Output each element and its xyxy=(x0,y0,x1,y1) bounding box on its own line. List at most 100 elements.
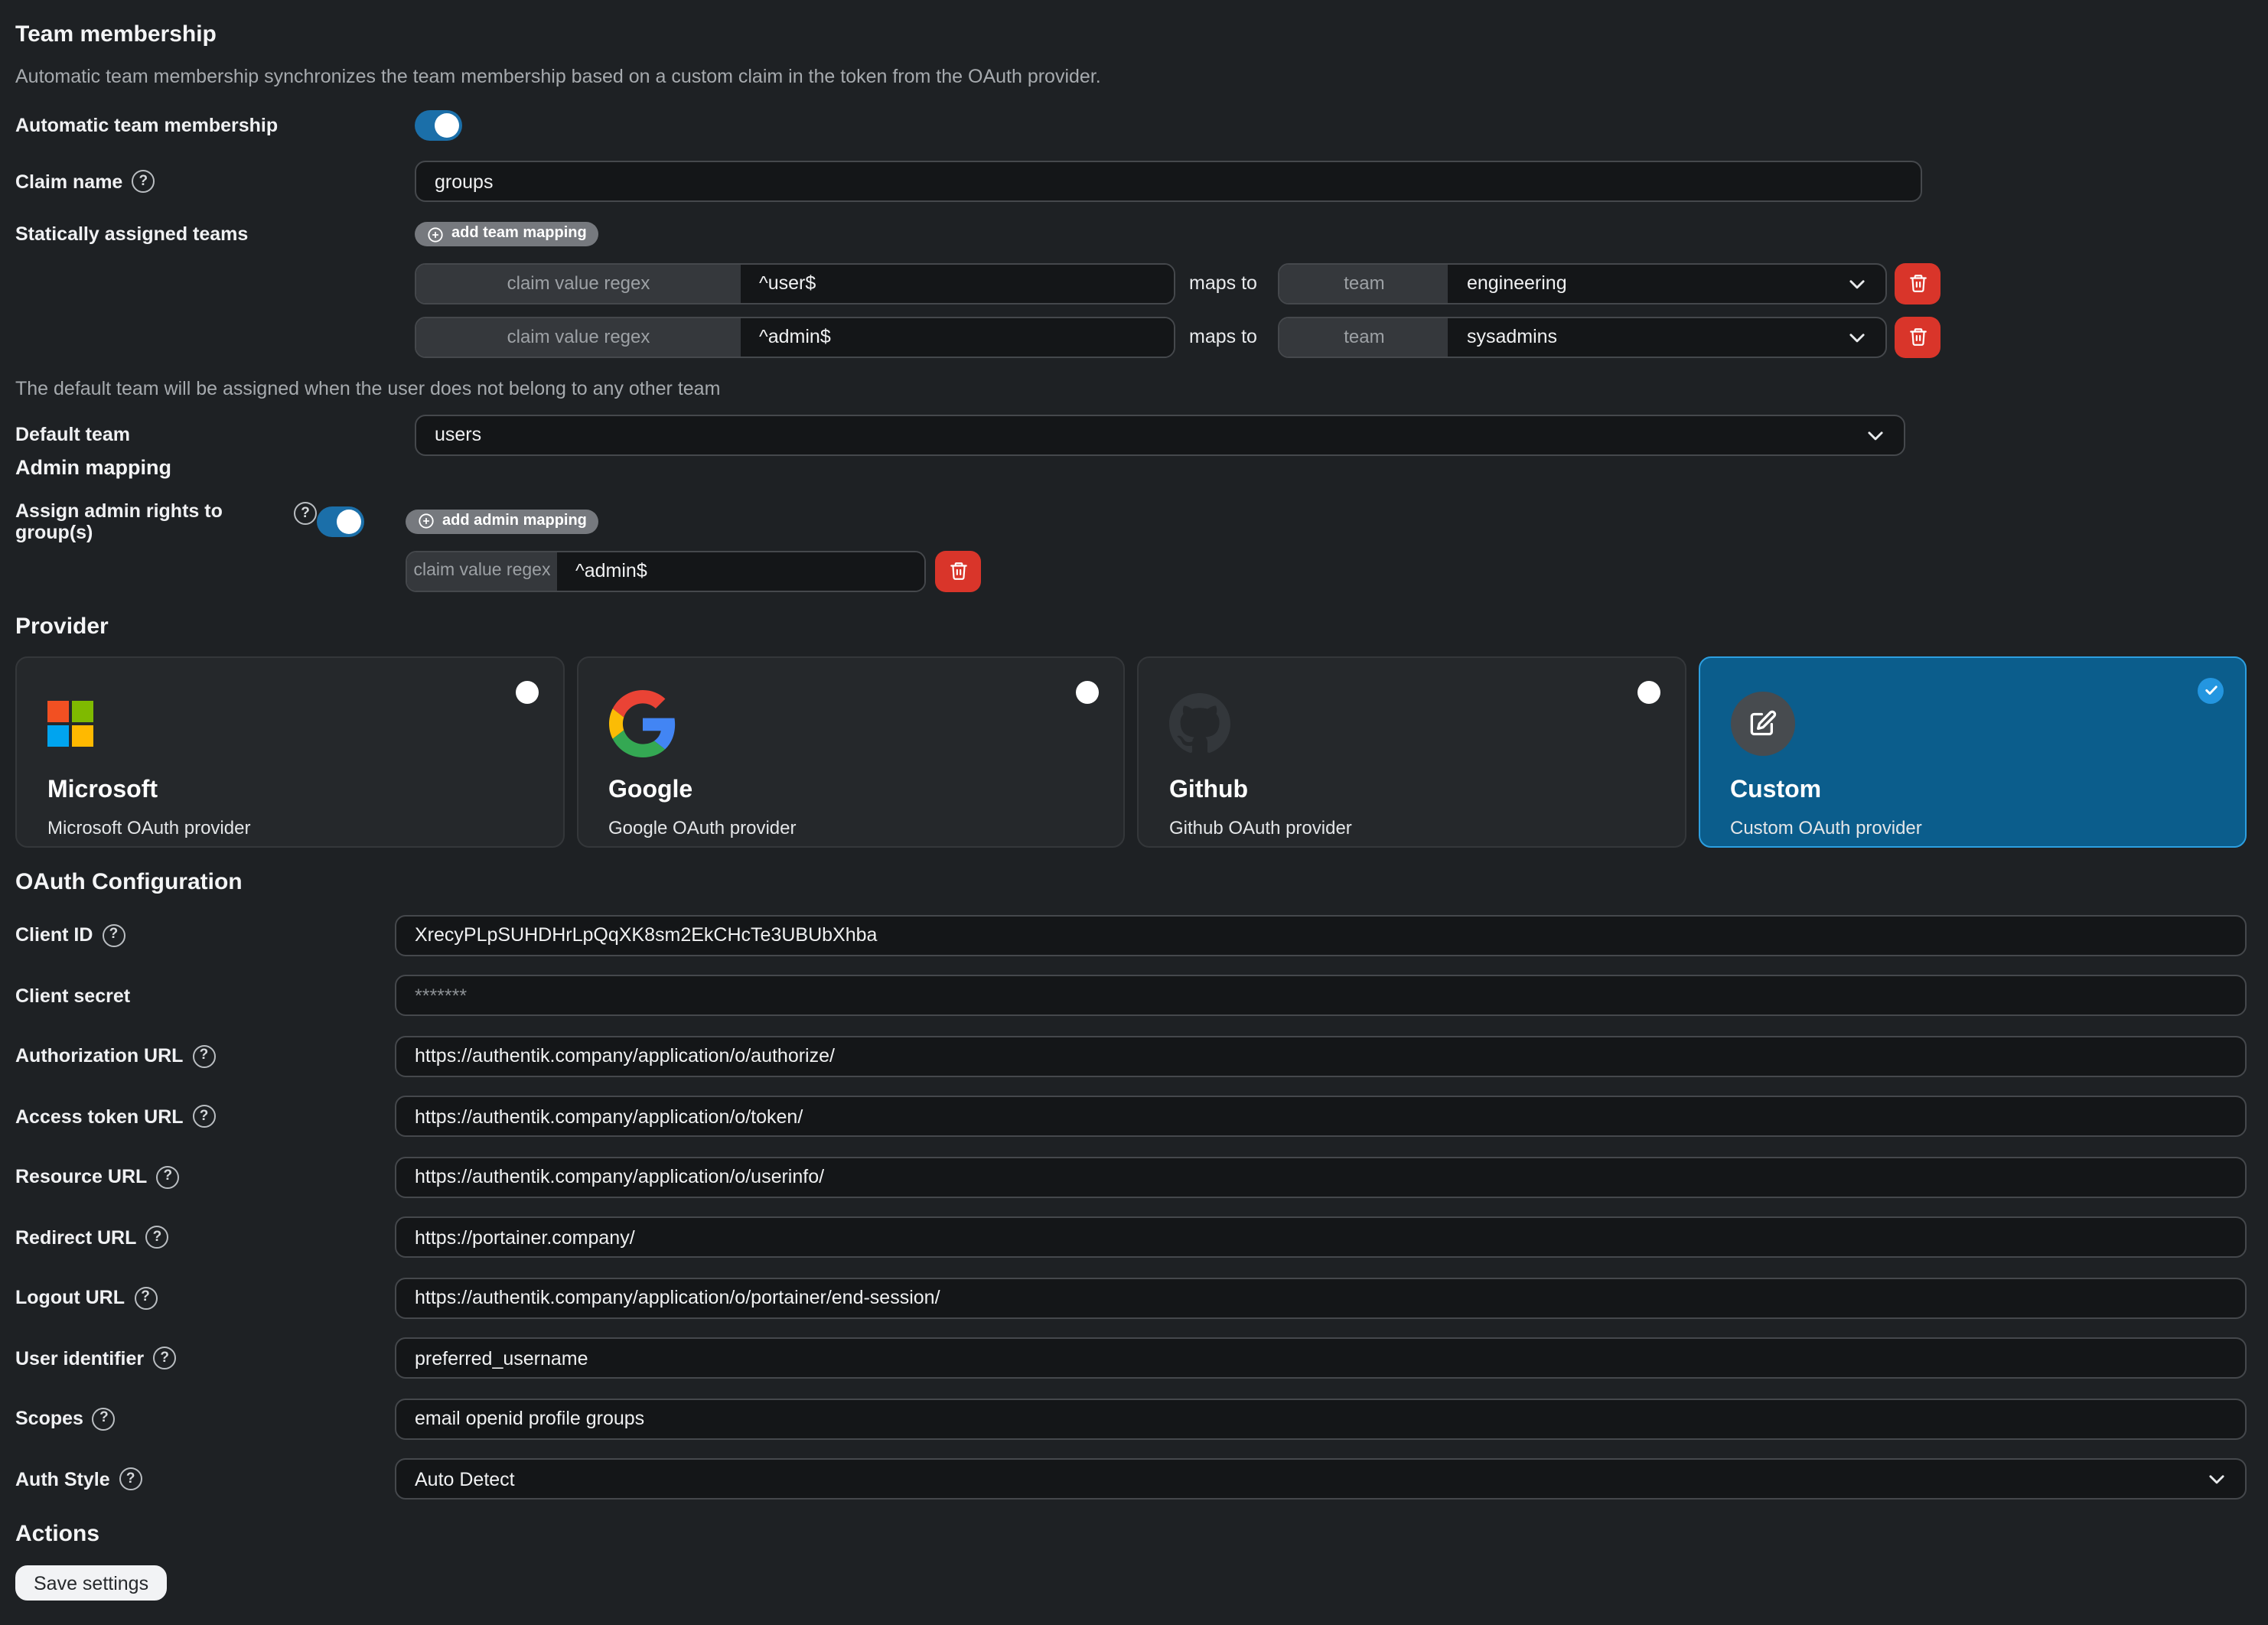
assign-admin-rights-toggle[interactable] xyxy=(317,506,364,536)
provider-card-google[interactable]: Google Google OAuth provider xyxy=(576,656,1125,847)
claim-name-input[interactable] xyxy=(415,161,1922,202)
section-title-oauth-configuration: OAuth Configuration xyxy=(15,847,2268,896)
delete-mapping-button[interactable] xyxy=(1895,316,1941,357)
provider-card-title: Microsoft xyxy=(47,777,532,804)
resource-url-label: Resource URL ? xyxy=(15,1165,395,1188)
team-select[interactable]: sysadmins xyxy=(1448,318,1886,356)
add-admin-mapping-button[interactable]: add admin mapping xyxy=(406,509,599,533)
scopes-label: Scopes ? xyxy=(15,1407,395,1430)
access-token-url-label: Access token URL ? xyxy=(15,1105,395,1128)
help-icon[interactable]: ? xyxy=(119,1467,142,1490)
trash-icon xyxy=(1908,326,1928,347)
statically-assigned-teams-label: Statically assigned teams xyxy=(15,223,415,245)
help-icon[interactable]: ? xyxy=(294,502,317,525)
help-icon[interactable]: ? xyxy=(134,1286,157,1309)
provider-radio[interactable] xyxy=(1637,680,1660,703)
provider-card-title: Google xyxy=(608,777,1093,804)
github-logo-icon xyxy=(1169,692,1230,754)
claim-value-regex-input[interactable] xyxy=(741,264,1174,302)
check-icon xyxy=(2203,682,2218,698)
assign-admin-rights-label: Assign admin rights to group(s) ? xyxy=(15,500,317,542)
add-team-mapping-button[interactable]: add team mapping xyxy=(415,222,599,246)
help-icon[interactable]: ? xyxy=(192,1044,215,1067)
team-mapping-row: claim value regex maps to team sysadmins xyxy=(415,316,1941,357)
logout-url-input[interactable] xyxy=(395,1277,2247,1318)
trash-icon xyxy=(1908,272,1928,294)
team-mapping-row: claim value regex maps to team engineeri… xyxy=(415,262,1941,304)
admin-mapping-row: claim value regex xyxy=(406,550,2268,591)
provider-card-custom[interactable]: Custom Custom OAuth provider xyxy=(1698,656,2247,847)
help-icon[interactable]: ? xyxy=(132,170,155,193)
chevron-down-icon xyxy=(1848,327,1868,347)
provider-card-github[interactable]: Github Github OAuth provider xyxy=(1137,656,1686,847)
claim-name-label: Claim name ? xyxy=(15,170,415,193)
provider-card-description: Google OAuth provider xyxy=(608,816,1093,838)
provider-card-microsoft[interactable]: Microsoft Microsoft OAuth provider xyxy=(15,656,564,847)
provider-radio[interactable] xyxy=(515,680,538,703)
automatic-team-membership-label: Automatic team membership xyxy=(15,115,415,136)
default-team-label: Default team xyxy=(15,424,415,445)
delete-mapping-button[interactable] xyxy=(1895,262,1941,304)
scopes-input[interactable] xyxy=(395,1398,2247,1439)
user-identifier-input[interactable] xyxy=(395,1337,2247,1379)
google-logo-icon xyxy=(608,689,676,757)
client-id-input[interactable] xyxy=(395,914,2247,956)
client-secret-label: Client secret xyxy=(15,985,395,1006)
maps-to-label: maps to xyxy=(1189,326,1257,347)
section-title-actions: Actions xyxy=(15,1500,2268,1548)
help-icon[interactable]: ? xyxy=(102,923,125,946)
provider-card-description: Microsoft OAuth provider xyxy=(47,816,532,838)
chevron-down-icon xyxy=(1848,273,1868,293)
access-token-url-input[interactable] xyxy=(395,1096,2247,1137)
automatic-team-membership-toggle[interactable] xyxy=(415,110,462,141)
claim-value-regex-input[interactable] xyxy=(741,318,1174,356)
help-icon[interactable]: ? xyxy=(156,1165,179,1188)
oauth-settings-page: Team membership Automatic team membershi… xyxy=(0,0,2268,1625)
trash-icon xyxy=(948,560,968,581)
claim-value-regex-addon: claim value regex xyxy=(407,552,557,590)
help-icon[interactable]: ? xyxy=(153,1347,176,1369)
plus-circle-icon xyxy=(427,226,444,243)
provider-card-title: Custom xyxy=(1730,777,2214,804)
client-secret-input[interactable] xyxy=(395,975,2247,1016)
logout-url-label: Logout URL ? xyxy=(15,1286,395,1309)
delete-mapping-button[interactable] xyxy=(935,550,981,591)
provider-card-title: Github xyxy=(1169,777,1654,804)
default-team-hint: The default team will be assigned when t… xyxy=(15,377,2268,400)
authorization-url-label: Authorization URL ? xyxy=(15,1044,395,1067)
chevron-down-icon xyxy=(2207,1469,2227,1489)
user-identifier-label: User identifier ? xyxy=(15,1347,395,1369)
microsoft-logo-icon xyxy=(47,700,93,746)
redirect-url-label: Redirect URL ? xyxy=(15,1226,395,1249)
team-select[interactable]: engineering xyxy=(1448,264,1886,302)
help-icon[interactable]: ? xyxy=(145,1226,168,1249)
edit-pencil-icon xyxy=(1747,708,1778,738)
claim-value-regex-input[interactable] xyxy=(557,552,924,590)
redirect-url-input[interactable] xyxy=(395,1216,2247,1258)
claim-value-regex-addon: claim value regex xyxy=(416,318,741,356)
auth-style-select[interactable]: Auto Detect xyxy=(395,1458,2247,1500)
chevron-down-icon xyxy=(1866,425,1885,445)
save-settings-button[interactable]: Save settings xyxy=(15,1565,167,1601)
team-membership-description: Automatic team membership synchronizes t… xyxy=(15,66,2268,89)
section-title-admin-mapping: Admin mapping xyxy=(15,455,2268,480)
section-title-team-membership: Team membership xyxy=(15,0,2268,49)
client-id-label: Client ID ? xyxy=(15,923,395,946)
toggle-knob xyxy=(337,509,361,533)
authorization-url-input[interactable] xyxy=(395,1035,2247,1076)
maps-to-label: maps to xyxy=(1189,272,1257,294)
provider-card-description: Github OAuth provider xyxy=(1169,816,1654,838)
selected-check-badge xyxy=(2198,677,2224,703)
toggle-knob xyxy=(435,113,459,138)
provider-radio[interactable] xyxy=(1076,680,1099,703)
plus-circle-icon xyxy=(418,513,435,529)
claim-value-regex-addon: claim value regex xyxy=(416,264,741,302)
resource-url-input[interactable] xyxy=(395,1156,2247,1197)
help-icon[interactable]: ? xyxy=(193,1105,216,1128)
section-title-provider: Provider xyxy=(15,591,2268,640)
default-team-select[interactable]: users xyxy=(415,414,1905,455)
team-addon: team xyxy=(1280,264,1448,302)
help-icon[interactable]: ? xyxy=(93,1407,116,1430)
team-addon: team xyxy=(1280,318,1448,356)
provider-card-description: Custom OAuth provider xyxy=(1730,816,2214,838)
